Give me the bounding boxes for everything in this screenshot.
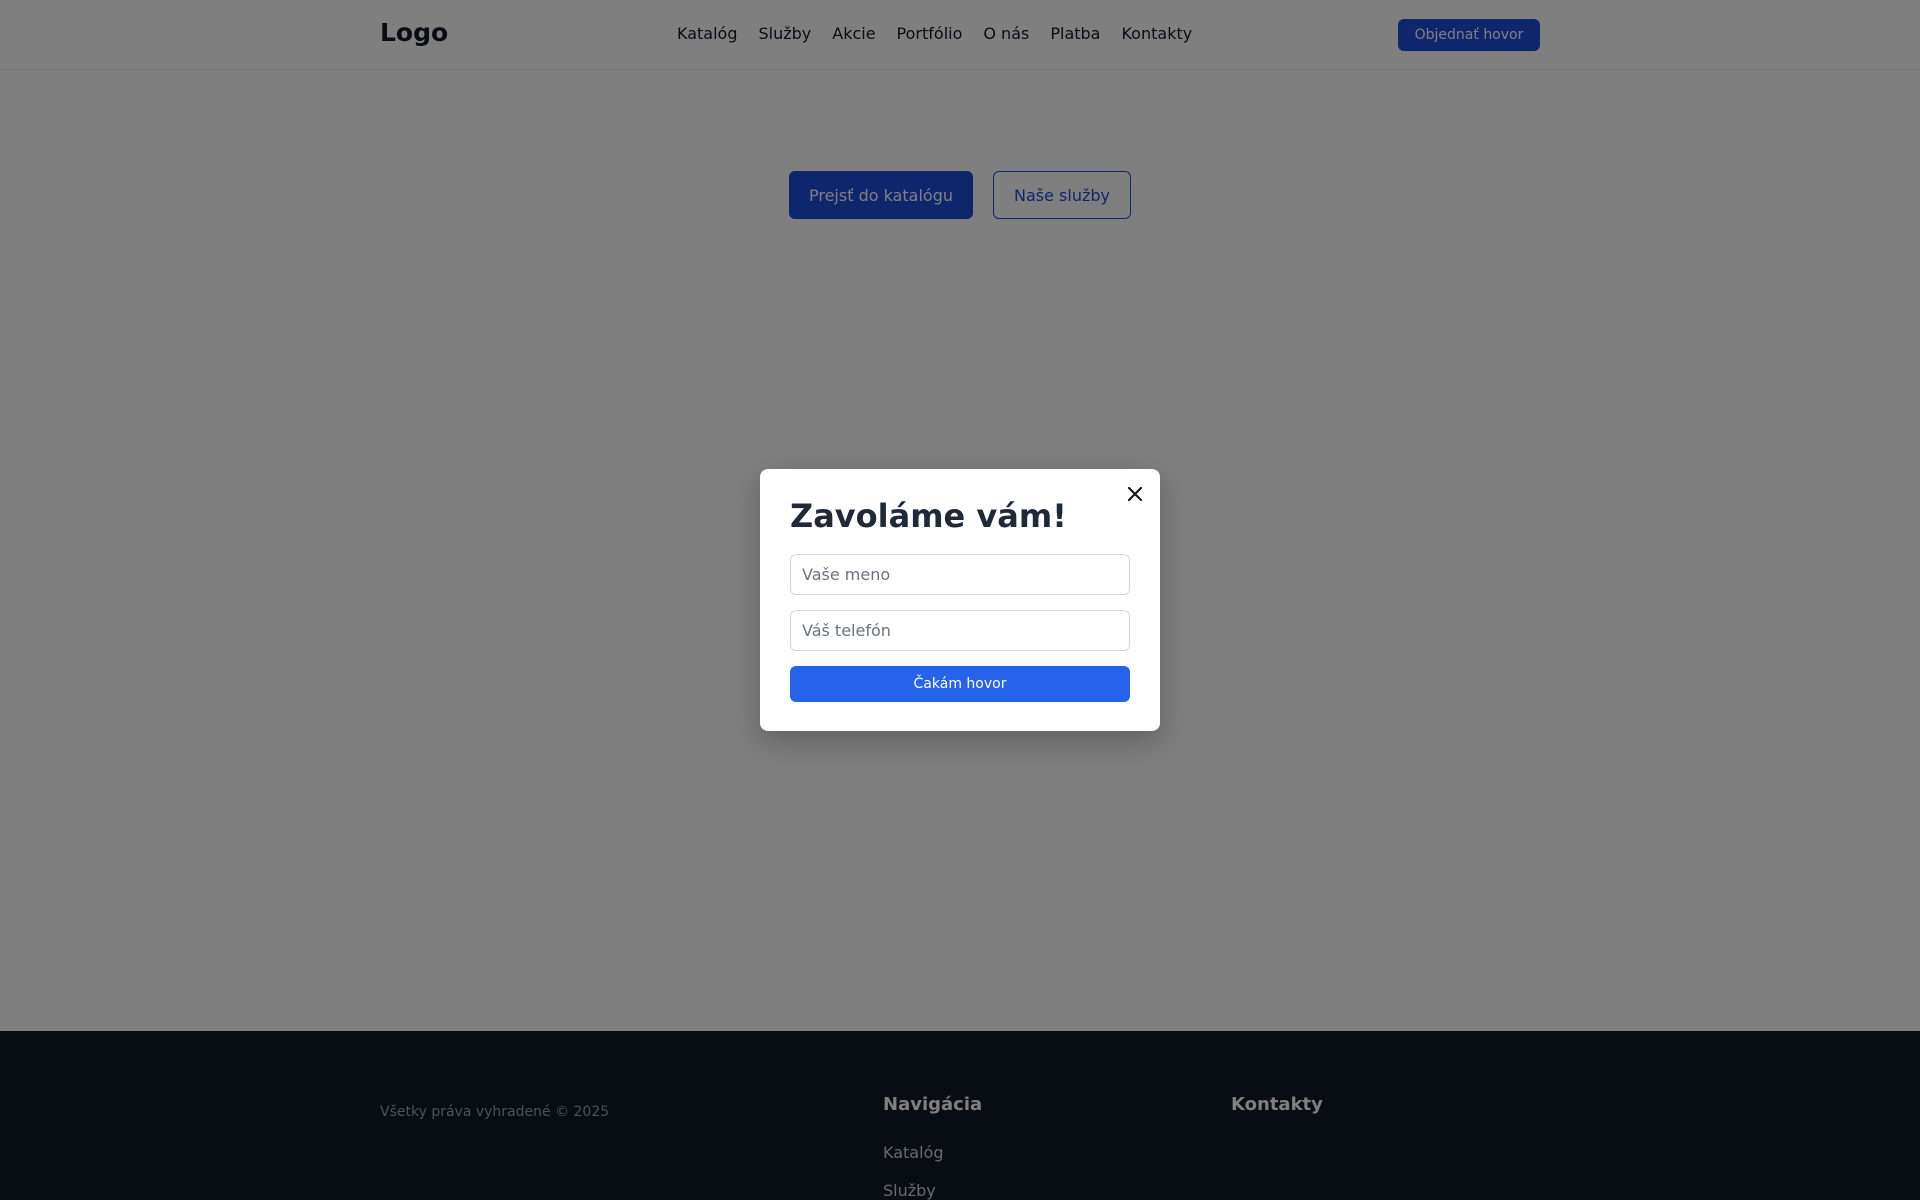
callback-modal: Zavoláme vám! Čakám hovor (760, 469, 1160, 731)
close-icon (1127, 486, 1143, 502)
name-input[interactable] (790, 554, 1130, 595)
close-modal-button[interactable] (1124, 483, 1146, 505)
phone-input[interactable] (790, 610, 1130, 651)
submit-callback-button[interactable]: Čakám hovor (790, 666, 1130, 702)
modal-title: Zavoláme vám! (790, 497, 1067, 535)
